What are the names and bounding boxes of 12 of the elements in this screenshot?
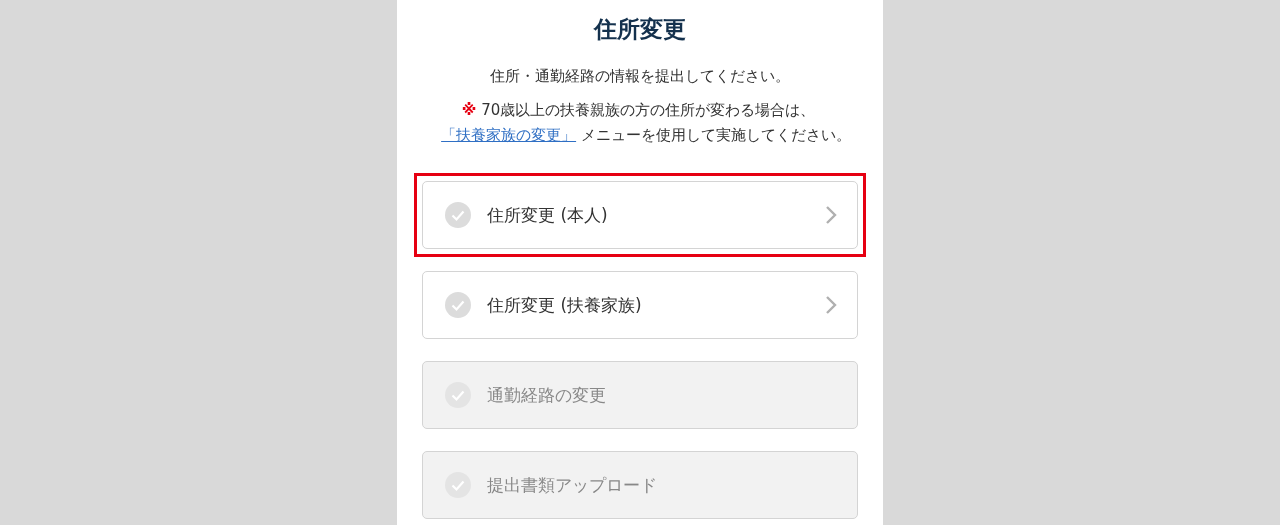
instruction-text: 住所・通勤経路の情報を提出してください。	[489, 67, 791, 86]
check-circle-icon	[445, 472, 471, 498]
menu-item[interactable]: 住所変更 (扶養家族)	[422, 271, 858, 339]
menu-item[interactable]: 住所変更 (本人)	[422, 181, 858, 249]
check-circle-icon	[445, 292, 471, 318]
chevron-right-icon	[825, 205, 837, 225]
chevron-right-icon	[825, 295, 837, 315]
page-title: 住所変更	[592, 15, 687, 44]
check-circle-icon	[445, 202, 471, 228]
note-text: ※ 70歳以上の扶養親族の方の住所が変わる場合は、 「扶養家族の変更」 メニューを使用して実施してください。	[440, 100, 852, 146]
check-circle-icon	[445, 382, 471, 408]
dependent-change-link[interactable]: 「扶養家族の変更」	[441, 126, 577, 144]
